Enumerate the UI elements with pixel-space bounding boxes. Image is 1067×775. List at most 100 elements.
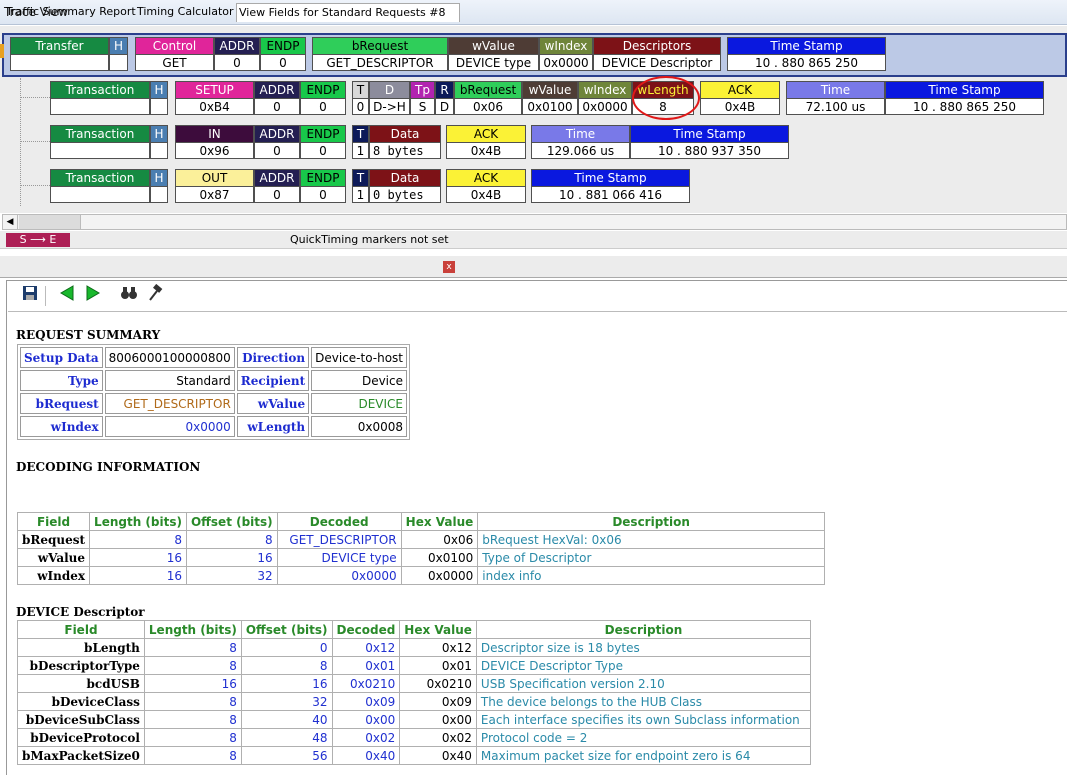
hex-value: 0x06 (400, 530, 479, 549)
summary-key: Direction (236, 347, 310, 368)
scroll-thumb[interactable] (19, 215, 81, 229)
summary-row: Setup Data 8006000100000800 Direction De… (20, 347, 407, 368)
hammer-icon[interactable] (143, 283, 167, 308)
description: index info (477, 566, 825, 585)
transaction-label: Transaction (50, 125, 150, 143)
transaction-s: S (150, 98, 168, 115)
pid-out-label: OUT (175, 169, 254, 187)
summary-key: Setup Data (20, 347, 103, 368)
table-row: wValue 16 16 DEVICE type 0x0100 Type of … (16, 548, 825, 567)
transfer-label: Transfer (10, 37, 109, 55)
ack-label: ACK (700, 81, 780, 99)
scroll-left-icon[interactable]: ◀ (3, 215, 18, 229)
tab-view-fields[interactable]: View Fields for Standard Requests #8 (236, 3, 460, 22)
device-descriptor-table: Field Length (bits) Offset (bits) Decode… (17, 620, 812, 765)
brequest-value: 0x06 (454, 98, 522, 115)
column-header: Description (475, 620, 812, 639)
transaction-number: 24 (50, 142, 150, 159)
summary-value: DEVICE (311, 393, 407, 414)
forward-arrow-icon[interactable] (81, 284, 105, 308)
windex-label: wIndex (578, 81, 632, 99)
save-icon[interactable] (18, 284, 42, 308)
endp-value: 0 (300, 186, 346, 203)
decoded: 0x0210 (331, 674, 401, 693)
decoding-table: Field Length (bits) Offset (bits) Decode… (16, 512, 825, 585)
description: Protocol code = 2 (475, 728, 812, 747)
column-header: Offset (bits) (240, 620, 333, 639)
hex-value: 0x02 (399, 728, 477, 747)
transaction-s: S (150, 142, 168, 159)
offset-bits: 8 (240, 656, 333, 675)
description: Each interface specifies its own Subclas… (475, 710, 812, 729)
binoculars-icon[interactable] (117, 284, 141, 308)
data-value[interactable]: 8 bytes (369, 142, 441, 159)
start-end-marker-button[interactable]: S ⟶ E (6, 233, 70, 247)
summary-key: Type (20, 370, 103, 391)
transaction-number: 25 (50, 186, 150, 203)
data-value[interactable]: 0 bytes (369, 186, 441, 203)
back-arrow-icon[interactable] (55, 284, 79, 308)
timestamp-value: 10 . 880 937 350 (630, 142, 789, 159)
description: Type of Descriptor (477, 548, 825, 567)
close-icon[interactable]: x (443, 261, 455, 273)
summary-value: 0x0000 (104, 416, 235, 437)
description: The device belongs to the HUB Class (475, 692, 812, 711)
tab-traffic-summary-report[interactable]: Traffic Summary Report (4, 3, 138, 22)
transfer-timestamp-value: 10 . 880 865 250 (727, 54, 886, 71)
field-name: wIndex (16, 566, 91, 585)
toolbar-divider (8, 311, 1067, 312)
toggle-value: 1 (352, 142, 369, 159)
addr-value: 0 (254, 186, 300, 203)
transaction-h: H (150, 81, 168, 99)
pid-value: 0x87 (175, 186, 254, 203)
decoding-information-title: DECODING INFORMATION (16, 460, 201, 474)
column-header: Decoded (276, 512, 402, 531)
length-bits: 8 (143, 638, 242, 657)
toggle-label: T (352, 81, 369, 99)
addr-label: ADDR (254, 81, 300, 99)
transfer-brequest-label: bRequest (312, 37, 448, 55)
summary-key: wLength (236, 416, 310, 437)
transfer-wvalue-label: wValue (448, 37, 539, 55)
length-bits: 8 (143, 728, 242, 747)
transfer-endp-value: 0 (260, 54, 306, 71)
offset-bits: 16 (185, 548, 278, 567)
transaction-h: H (150, 169, 168, 187)
transfer-addr-label: ADDR (214, 37, 260, 55)
hex-value: 0x0210 (399, 674, 477, 693)
transfer-h: H (109, 37, 128, 55)
time-value: 129.066 us (531, 142, 630, 159)
endp-label: ENDP (300, 169, 346, 187)
transaction-s: S (150, 186, 168, 203)
field-name: bDeviceSubClass (17, 710, 145, 729)
device-descriptor-title: DEVICE Descriptor (16, 605, 145, 619)
timestamp-label: Time Stamp (885, 81, 1044, 99)
hex-value: 0x0100 (400, 548, 479, 567)
transaction-number: 23 (50, 98, 150, 115)
transfer-s: S (109, 54, 128, 71)
transfer-endp-label: ENDP (260, 37, 306, 55)
length-bits: 8 (143, 710, 242, 729)
column-header: Hex Value (400, 512, 479, 531)
field-name: bLength (17, 638, 145, 657)
toggle-value: 1 (352, 186, 369, 203)
column-header: Hex Value (399, 620, 477, 639)
transfer-descriptors-value: DEVICE Descriptor (593, 54, 721, 71)
horizontal-scrollbar[interactable]: ◀ (2, 214, 1067, 230)
offset-bits: 0 (240, 638, 333, 657)
transfer-descriptors-label: Descriptors (593, 37, 721, 55)
wvalue-value: 0x0100 (522, 98, 578, 115)
ack-label: ACK (446, 169, 526, 187)
summary-row: Type Standard Recipient Device (20, 370, 407, 391)
length-bits: 16 (143, 674, 242, 693)
status-bar (0, 231, 1067, 249)
tab-timing-calculator[interactable]: Timing Calculator (135, 3, 236, 22)
transfer-brequest-value: GET_DESCRIPTOR (312, 54, 448, 71)
decoded: 0x01 (331, 656, 401, 675)
length-bits: 8 (89, 530, 187, 549)
field-name: bcdUSB (17, 674, 145, 693)
table-row: bDeviceSubClass 8 40 0x00 0x00 Each interface… (17, 710, 812, 729)
offset-bits: 56 (240, 746, 333, 765)
column-header: Field (17, 620, 145, 639)
field-name: bDeviceClass (17, 692, 145, 711)
